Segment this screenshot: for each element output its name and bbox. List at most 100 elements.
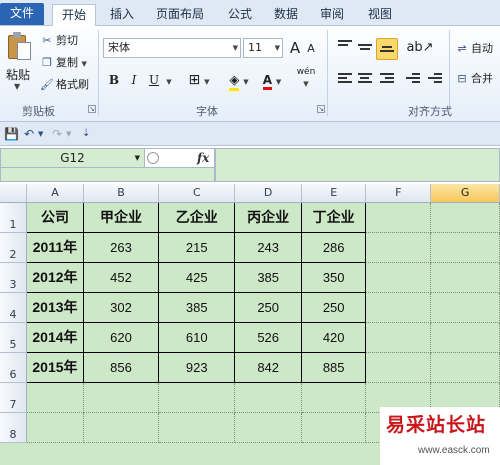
font-name-select[interactable]: 宋体 ▼ [103,38,241,58]
format-painter-button[interactable]: 🖌 格式刷 [40,76,89,94]
row-header[interactable]: 6 [0,352,28,383]
value-cell[interactable]: 385 [158,291,236,323]
cell[interactable] [234,412,302,443]
cancel-icon[interactable] [147,152,159,164]
column-header-f[interactable]: F [365,184,432,203]
value-cell[interactable]: 385 [234,261,302,293]
row-header[interactable]: 1 [0,202,28,233]
cell[interactable] [26,412,84,443]
row-header[interactable]: 2 [0,232,28,263]
select-all-corner[interactable] [0,184,28,203]
value-cell[interactable]: 250 [234,291,302,323]
align-bottom-icon[interactable] [380,46,394,58]
row-header[interactable]: 4 [0,292,28,323]
align-right-icon[interactable] [380,73,394,85]
value-cell[interactable]: 263 [82,231,160,263]
tab-file[interactable]: 文件 [0,3,44,25]
value-cell[interactable]: 215 [158,231,236,263]
customize-toolbar-icon[interactable]: ⇣ [82,125,90,143]
cell[interactable] [234,382,302,413]
cell[interactable] [158,382,236,413]
value-cell[interactable]: 243 [234,231,302,263]
tab-view[interactable]: 视图 [362,4,398,26]
decrease-indent-icon[interactable] [406,73,420,85]
value-cell[interactable]: 350 [300,261,367,293]
clipboard-launcher-icon[interactable]: ↘ [88,105,96,113]
name-box[interactable]: G12 ▼ [0,148,145,168]
year-cell[interactable]: 2013年 [26,291,84,323]
cell[interactable] [365,292,432,323]
value-cell[interactable]: 425 [158,261,236,293]
underline-dropdown[interactable]: ▼ [164,70,174,90]
chevron-down-icon[interactable]: ▼ [38,125,43,143]
borders-button[interactable]: ⊞ ▼ [184,70,214,90]
column-header-e[interactable]: E [301,184,367,203]
cell[interactable] [430,322,500,353]
row-header[interactable]: 5 [0,322,28,353]
cell[interactable] [365,262,432,293]
increase-indent-icon[interactable] [428,73,442,85]
cell[interactable] [301,382,367,413]
value-cell[interactable]: 302 [82,291,160,323]
align-top-icon[interactable] [338,40,352,52]
tab-review[interactable]: 审阅 [314,4,350,26]
underline-button[interactable]: U [146,70,162,90]
year-cell[interactable]: 2015年 [26,351,84,383]
font-color-button[interactable]: A ▼ [258,70,286,90]
value-cell[interactable]: 856 [82,351,160,383]
cell[interactable] [26,382,84,413]
cell[interactable] [430,292,500,323]
cell[interactable] [430,202,500,233]
tab-data[interactable]: 数据 [268,4,304,26]
wrap-text-button[interactable]: ⇌ 自动 [455,40,493,58]
value-cell[interactable]: 286 [300,231,367,263]
tab-home[interactable]: 开始 [52,4,96,27]
cell[interactable] [430,352,500,383]
fill-color-button[interactable]: ◈ ▼ [224,70,254,91]
row-header[interactable]: 8 [0,412,28,443]
table-header-cell[interactable]: 甲企业 [82,201,160,233]
font-launcher-icon[interactable]: ↘ [317,105,325,113]
align-left-icon[interactable] [338,73,352,85]
column-header-c[interactable]: C [158,184,236,203]
orientation-button[interactable]: ab↗ [406,38,434,58]
table-header-cell[interactable]: 乙企业 [158,201,236,233]
cell[interactable] [430,262,500,293]
year-cell[interactable]: 2014年 [26,321,84,353]
value-cell[interactable]: 620 [82,321,160,353]
tab-formulas[interactable]: 公式 [222,4,258,26]
font-size-select[interactable]: 11 ▼ [243,38,283,58]
value-cell[interactable]: 526 [234,321,302,353]
value-cell[interactable]: 420 [300,321,367,353]
formula-input[interactable] [215,148,500,182]
cut-button[interactable]: ✂ 剪切 [40,32,78,50]
cell[interactable] [365,322,432,353]
cell[interactable] [301,412,367,443]
value-cell[interactable]: 250 [300,291,367,323]
insert-function-button[interactable]: fx [197,149,209,167]
italic-button[interactable]: I [126,70,142,90]
value-cell[interactable]: 452 [82,261,160,293]
align-middle-icon[interactable] [358,44,372,56]
shrink-font-button[interactable]: A [304,39,318,59]
cell[interactable] [365,232,432,263]
value-cell[interactable]: 610 [158,321,236,353]
cell[interactable] [83,412,160,443]
paste-button[interactable]: 粘贴 ▼ [0,26,36,96]
column-header-a[interactable]: A [26,184,84,203]
row-header[interactable]: 3 [0,262,28,293]
align-center-icon[interactable] [358,73,372,85]
row-header[interactable]: 7 [0,382,28,413]
grow-font-button[interactable]: A [288,38,302,58]
phonetic-button[interactable]: wén ▼ [292,66,320,88]
copy-button[interactable]: ❐ 复制 ▼ [40,54,87,72]
cell[interactable] [430,232,500,263]
cell[interactable] [365,202,432,233]
column-header-d[interactable]: D [234,184,302,203]
value-cell[interactable]: 842 [234,351,302,383]
year-cell[interactable]: 2012年 [26,261,84,293]
value-cell[interactable]: 885 [300,351,367,383]
column-header-b[interactable]: B [83,184,160,203]
value-cell[interactable]: 923 [158,351,236,383]
cell[interactable] [365,352,432,383]
